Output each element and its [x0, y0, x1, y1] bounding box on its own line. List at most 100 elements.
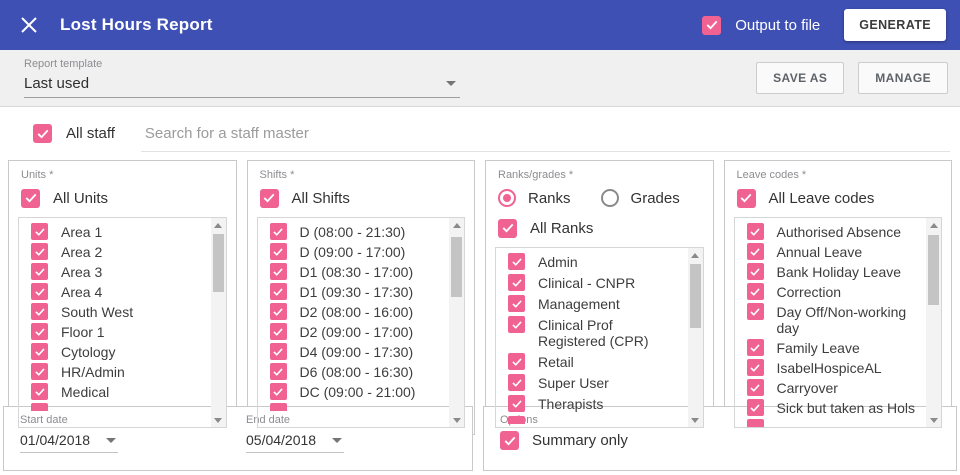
list-item-checkbox[interactable] — [270, 263, 287, 280]
output-to-file-checkbox[interactable] — [702, 16, 721, 35]
list-item[interactable]: IsabelHospiceAL — [747, 359, 920, 376]
list-item[interactable]: Family Leave — [747, 339, 920, 356]
staff-search-input[interactable] — [141, 116, 950, 152]
list-item[interactable]: Correction — [747, 283, 920, 300]
list-item-checkbox[interactable] — [747, 283, 764, 300]
scrollbar-thumb[interactable] — [690, 264, 701, 328]
all-ranks-checkbox[interactable] — [498, 219, 517, 238]
list-item-checkbox[interactable] — [270, 303, 287, 320]
list-item[interactable]: D2 (09:00 - 17:00) — [270, 323, 443, 340]
list-item[interactable]: Area 3 — [31, 263, 204, 280]
list-item-checkbox[interactable] — [31, 323, 48, 340]
ranks-radio[interactable] — [498, 189, 516, 207]
list-item[interactable]: D6 (08:00 - 16:30) — [270, 363, 443, 380]
list-item-checkbox[interactable] — [747, 339, 764, 356]
list-item[interactable]: Floor 1 — [31, 323, 204, 340]
list-item[interactable]: D4 (09:00 - 17:30) — [270, 343, 443, 360]
list-item-checkbox[interactable] — [270, 363, 287, 380]
scroll-down-icon[interactable] — [449, 413, 464, 427]
all-units-checkbox[interactable] — [21, 189, 40, 208]
list-item-checkbox[interactable] — [31, 243, 48, 260]
scroll-up-icon[interactable] — [211, 218, 226, 232]
close-icon[interactable] — [16, 12, 42, 38]
list-item[interactable]: Clinical - CNPR — [508, 274, 681, 291]
list-item-checkbox[interactable] — [31, 303, 48, 320]
generate-button[interactable]: GENERATE — [844, 9, 946, 41]
list-item-checkbox[interactable] — [270, 243, 287, 260]
list-item[interactable]: Super User — [508, 374, 681, 391]
scrollbar-thumb[interactable] — [451, 237, 462, 297]
list-item[interactable]: Day Off/Non-working day — [747, 303, 920, 336]
list-item-checkbox[interactable] — [508, 274, 525, 291]
save-as-button[interactable]: SAVE AS — [756, 62, 844, 94]
list-item-checkbox[interactable] — [31, 363, 48, 380]
list-item[interactable]: Area 4 — [31, 283, 204, 300]
list-item[interactable]: D1 (09:30 - 17:30) — [270, 283, 443, 300]
list-item-checkbox[interactable] — [747, 303, 764, 320]
list-item-checkbox[interactable] — [747, 379, 764, 396]
list-item[interactable]: D2 (08:00 - 16:00) — [270, 303, 443, 320]
scroll-up-icon[interactable] — [926, 218, 941, 232]
list-item-label: D2 (08:00 - 16:00) — [300, 303, 414, 320]
list-item[interactable]: Area 1 — [31, 223, 204, 240]
scrollbar-thumb[interactable] — [213, 234, 224, 292]
list-item-checkbox[interactable] — [508, 395, 525, 412]
list-item[interactable]: DC (09:00 - 21:00) — [270, 383, 443, 400]
list-item[interactable]: Sick but taken as Hols — [747, 399, 920, 416]
manage-button[interactable]: MANAGE — [858, 62, 948, 94]
list-item[interactable]: Annual Leave — [747, 243, 920, 260]
list-item-checkbox[interactable] — [270, 323, 287, 340]
ranks-scrollbar[interactable] — [688, 248, 703, 427]
list-item-checkbox[interactable] — [747, 223, 764, 240]
list-item-checkbox[interactable] — [31, 383, 48, 400]
list-item-checkbox[interactable] — [270, 383, 287, 400]
list-item[interactable]: South West — [31, 303, 204, 320]
list-item-checkbox[interactable] — [270, 343, 287, 360]
list-item-checkbox[interactable] — [747, 243, 764, 260]
list-item-checkbox[interactable] — [31, 343, 48, 360]
list-item-checkbox[interactable] — [270, 283, 287, 300]
list-item-checkbox[interactable] — [508, 253, 525, 270]
scrollbar-thumb[interactable] — [928, 235, 939, 305]
list-item[interactable]: D (09:00 - 17:00) — [270, 243, 443, 260]
list-item[interactable]: Therapists — [508, 395, 681, 412]
list-item-checkbox[interactable] — [747, 359, 764, 376]
list-item-checkbox[interactable] — [31, 263, 48, 280]
list-item[interactable]: Management — [508, 295, 681, 312]
list-item[interactable]: Cytology — [31, 343, 204, 360]
list-item[interactable]: Authorised Absence — [747, 223, 920, 240]
list-item[interactable]: Admin — [508, 253, 681, 270]
scroll-down-icon[interactable] — [211, 413, 226, 427]
report-template-select[interactable]: Report template Last used — [24, 58, 460, 98]
all-leave-codes-checkbox[interactable] — [737, 189, 756, 208]
list-item[interactable]: Carryover — [747, 379, 920, 396]
list-item-checkbox[interactable] — [747, 399, 764, 416]
list-item[interactable]: Area 2 — [31, 243, 204, 260]
list-item-checkbox[interactable] — [270, 223, 287, 240]
list-item[interactable]: D1 (08:30 - 17:00) — [270, 263, 443, 280]
shifts-scrollbar[interactable] — [449, 218, 464, 427]
list-item-checkbox[interactable] — [508, 353, 525, 370]
scroll-down-icon[interactable] — [926, 413, 941, 427]
all-staff-checkbox[interactable] — [33, 124, 52, 143]
units-scrollbar[interactable] — [211, 218, 226, 427]
list-item[interactable]: Bank Holiday Leave — [747, 263, 920, 280]
list-item[interactable]: HR/Admin — [31, 363, 204, 380]
all-shifts-checkbox[interactable] — [260, 189, 279, 208]
list-item[interactable]: Clinical Prof Registered (CPR) — [508, 316, 681, 349]
list-item[interactable]: D (08:00 - 21:30) — [270, 223, 443, 240]
scroll-up-icon[interactable] — [449, 218, 464, 232]
list-item-checkbox[interactable] — [31, 283, 48, 300]
list-item-checkbox[interactable] — [31, 223, 48, 240]
list-item-checkbox[interactable] — [508, 295, 525, 312]
scroll-up-icon[interactable] — [688, 248, 703, 262]
grades-radio[interactable] — [601, 189, 619, 207]
list-item[interactable]: Medical — [31, 383, 204, 400]
leave-scrollbar[interactable] — [926, 218, 941, 427]
list-item-checkbox[interactable] — [747, 263, 764, 280]
list-item-checkbox[interactable] — [508, 316, 525, 333]
list-item[interactable]: Retail — [508, 353, 681, 370]
list-item-checkbox[interactable] — [508, 374, 525, 391]
scroll-down-icon[interactable] — [688, 413, 703, 427]
summary-only-checkbox[interactable] — [500, 431, 519, 450]
